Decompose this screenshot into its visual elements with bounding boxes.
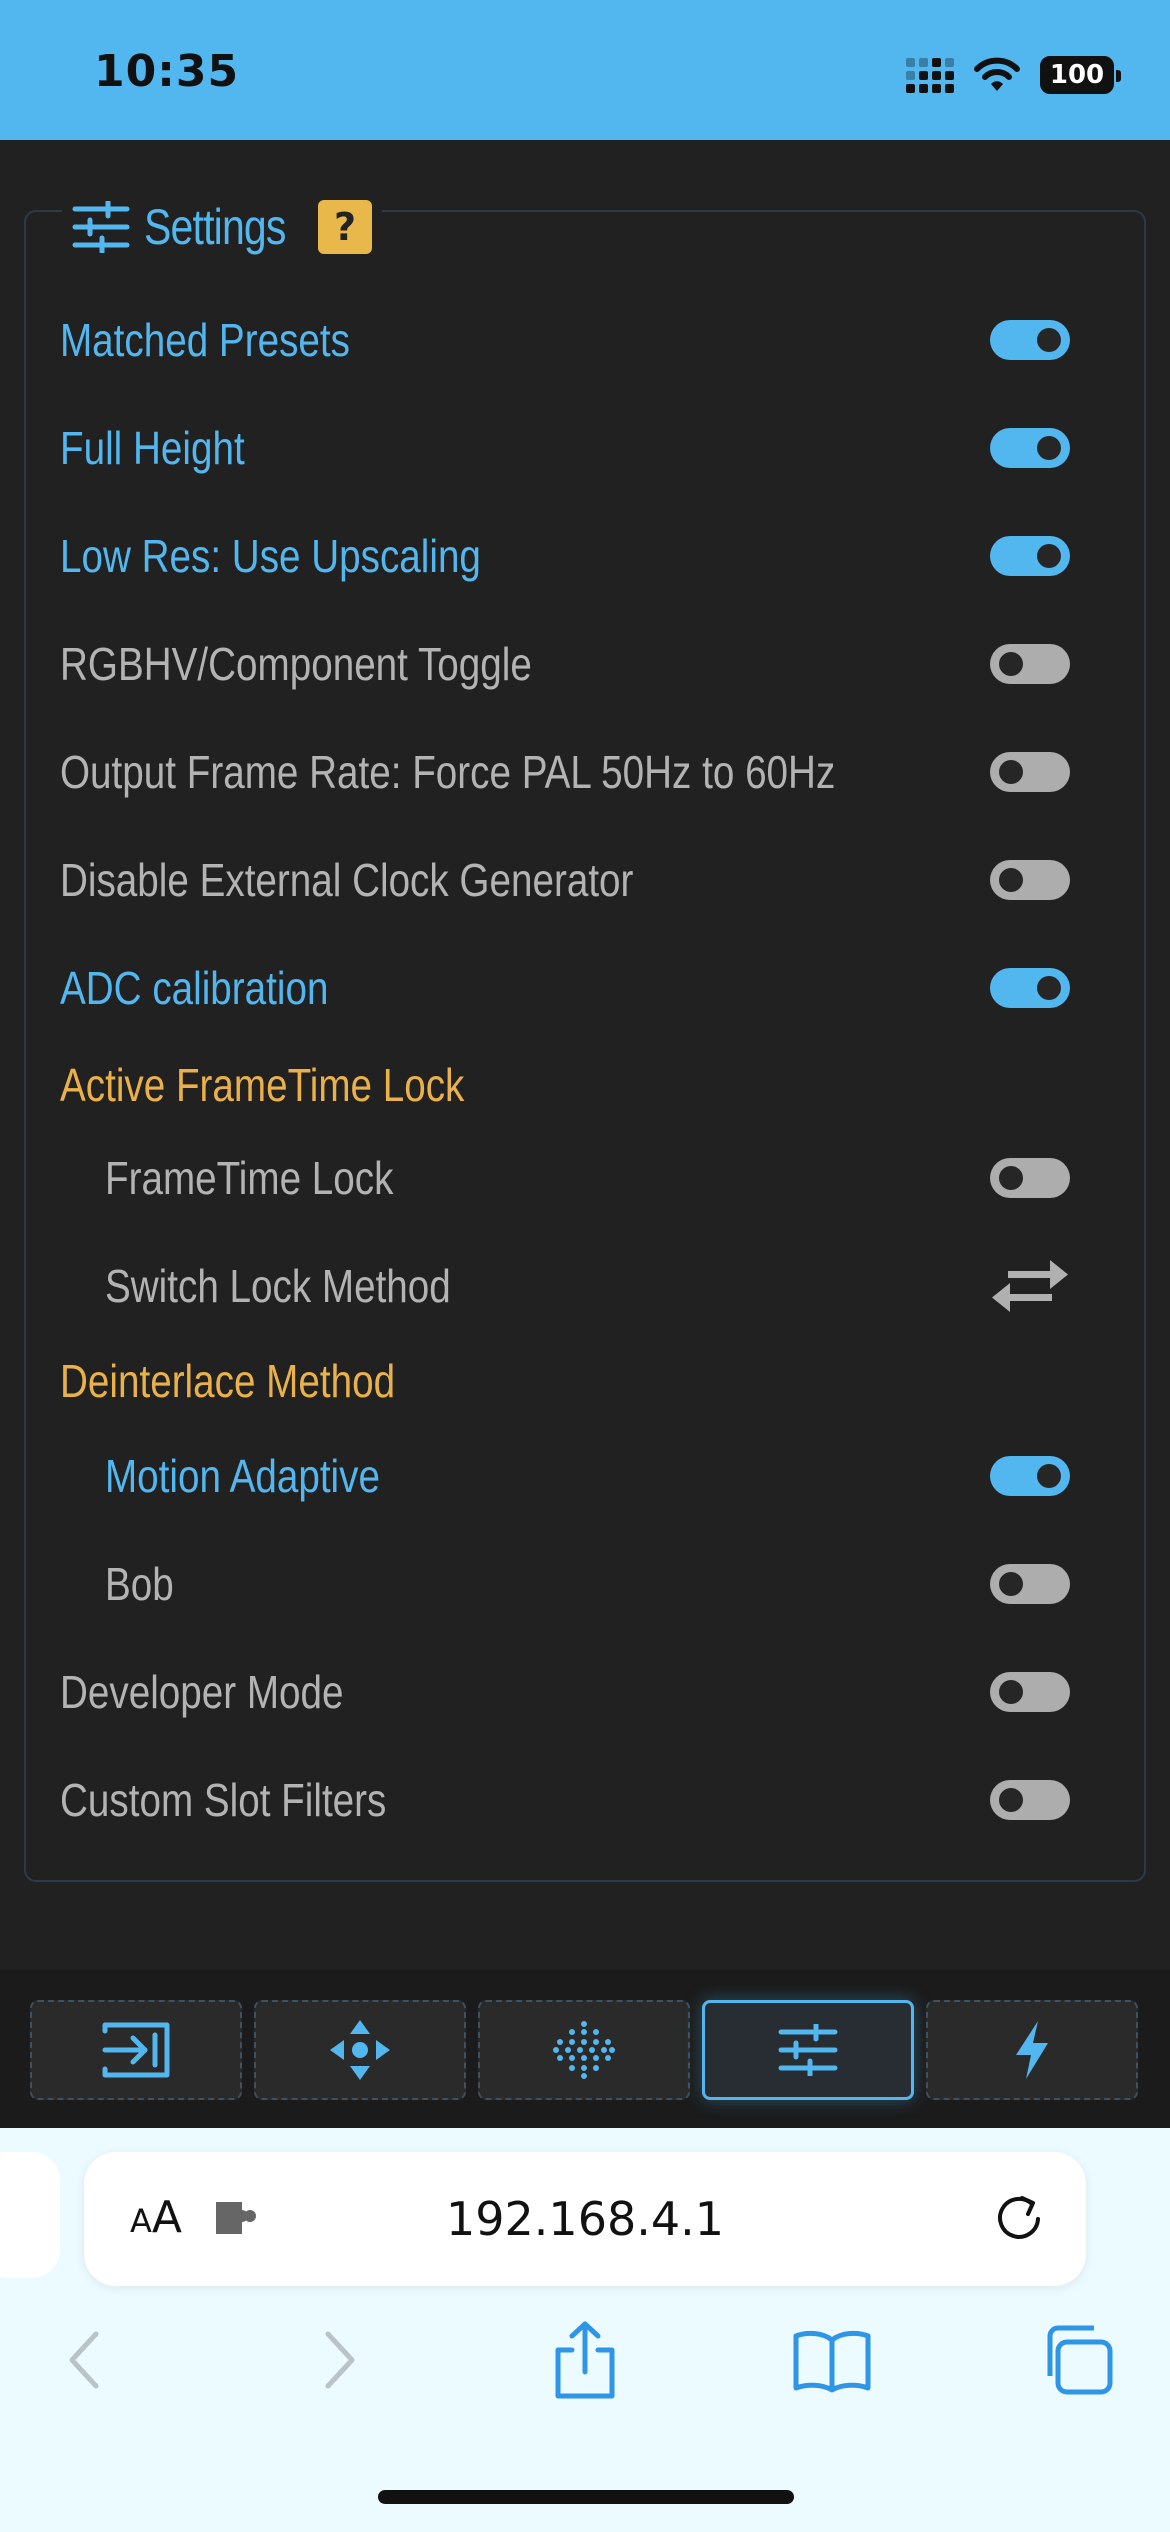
status-time: 10:35 bbox=[94, 46, 240, 97]
tabs-icon[interactable] bbox=[1040, 2324, 1114, 2396]
toggle-switch[interactable] bbox=[990, 1780, 1070, 1820]
toggle-switch[interactable] bbox=[990, 860, 1070, 900]
bottom-nav bbox=[0, 1970, 1170, 2130]
setting-row[interactable]: Developer Mode bbox=[60, 1652, 1070, 1732]
setting-row[interactable]: ADC calibration bbox=[60, 948, 1070, 1028]
settings-header: Settings ? bbox=[62, 192, 382, 262]
sliders-icon bbox=[72, 201, 130, 253]
setting-label: Developer Mode bbox=[60, 1666, 344, 1718]
setting-label: Matched Presets bbox=[60, 314, 350, 366]
home-indicator bbox=[378, 2490, 794, 2504]
bookmarks-icon[interactable] bbox=[792, 2328, 872, 2394]
nav-input-button[interactable] bbox=[30, 2000, 242, 2100]
settings-title: Settings bbox=[144, 199, 286, 255]
setting-label: Custom Slot Filters bbox=[60, 1774, 387, 1826]
setting-row[interactable]: RGBHV/Component Toggle bbox=[60, 624, 1070, 704]
previous-tab-peek[interactable] bbox=[0, 2152, 60, 2278]
setting-label: Disable External Clock Generator bbox=[60, 854, 634, 906]
setting-label: RGBHV/Component Toggle bbox=[60, 638, 532, 690]
setting-row[interactable]: Custom Slot Filters bbox=[60, 1760, 1070, 1840]
section-frametime-lock: Active FrameTime Lock bbox=[60, 1059, 465, 1111]
setting-row-frametime-lock[interactable]: FrameTime Lock bbox=[105, 1138, 1070, 1218]
status-icons: 100 bbox=[906, 50, 1121, 100]
move-icon bbox=[330, 2020, 390, 2080]
bolt-icon bbox=[1016, 2021, 1048, 2079]
filters-icon bbox=[553, 2021, 615, 2079]
setting-label: Output Frame Rate: Force PAL 50Hz to 60H… bbox=[60, 746, 836, 798]
nav-filters-button[interactable] bbox=[478, 2000, 690, 2100]
setting-row[interactable]: Full Height bbox=[60, 408, 1070, 488]
setting-label: Motion Adaptive bbox=[105, 1450, 380, 1502]
toggle-switch[interactable] bbox=[990, 968, 1070, 1008]
section-deinterlace-method: Deinterlace Method bbox=[60, 1355, 396, 1407]
share-icon[interactable] bbox=[550, 2320, 620, 2400]
setting-label: Full Height bbox=[60, 422, 245, 474]
battery-icon: 100 bbox=[1040, 56, 1121, 94]
back-chevron-icon[interactable] bbox=[64, 2328, 104, 2392]
setting-row[interactable]: Motion Adaptive bbox=[105, 1436, 1070, 1516]
setting-row-switch-lock-method[interactable]: Switch Lock Method bbox=[105, 1246, 1070, 1326]
browser-toolbar: AA 192.168.4.1 bbox=[0, 2128, 1170, 2532]
toggle-switch[interactable] bbox=[990, 1456, 1070, 1496]
reload-icon[interactable] bbox=[992, 2192, 1046, 2246]
toggle-switch[interactable] bbox=[990, 320, 1070, 360]
setting-row[interactable]: Disable External Clock Generator bbox=[60, 840, 1070, 920]
toggle-switch[interactable] bbox=[990, 644, 1070, 684]
nav-settings-button[interactable] bbox=[702, 2000, 914, 2100]
toggle-switch[interactable] bbox=[990, 536, 1070, 576]
battery-level: 100 bbox=[1049, 60, 1105, 90]
help-button[interactable]: ? bbox=[318, 200, 372, 254]
sliders-icon bbox=[778, 2024, 838, 2076]
status-bar: 10:35 100 bbox=[0, 0, 1170, 140]
forward-chevron-icon[interactable] bbox=[320, 2328, 360, 2392]
input-icon bbox=[102, 2022, 170, 2078]
nav-system-button[interactable] bbox=[926, 2000, 1138, 2100]
nav-position-button[interactable] bbox=[254, 2000, 466, 2100]
swap-arrows-icon[interactable] bbox=[990, 1256, 1070, 1316]
setting-label: Bob bbox=[105, 1558, 174, 1610]
cellular-signal-icon bbox=[906, 57, 954, 93]
wifi-icon bbox=[974, 57, 1020, 91]
frametime-lock-toggle[interactable] bbox=[990, 1158, 1070, 1198]
toggle-switch[interactable] bbox=[990, 1672, 1070, 1712]
setting-row[interactable]: Bob bbox=[105, 1544, 1070, 1624]
setting-row[interactable]: Matched Presets bbox=[60, 300, 1070, 380]
setting-label: Switch Lock Method bbox=[105, 1260, 451, 1312]
setting-label: Low Res: Use Upscaling bbox=[60, 530, 481, 582]
address-bar[interactable]: AA 192.168.4.1 bbox=[84, 2152, 1086, 2286]
url-text: 192.168.4.1 bbox=[446, 2192, 724, 2246]
setting-row[interactable]: Output Frame Rate: Force PAL 50Hz to 60H… bbox=[60, 732, 1070, 812]
toggle-switch[interactable] bbox=[990, 428, 1070, 468]
setting-label: ADC calibration bbox=[60, 962, 329, 1014]
toggle-switch[interactable] bbox=[990, 752, 1070, 792]
toggle-switch[interactable] bbox=[990, 1564, 1070, 1604]
setting-label: FrameTime Lock bbox=[105, 1152, 394, 1204]
setting-row[interactable]: Low Res: Use Upscaling bbox=[60, 516, 1070, 596]
